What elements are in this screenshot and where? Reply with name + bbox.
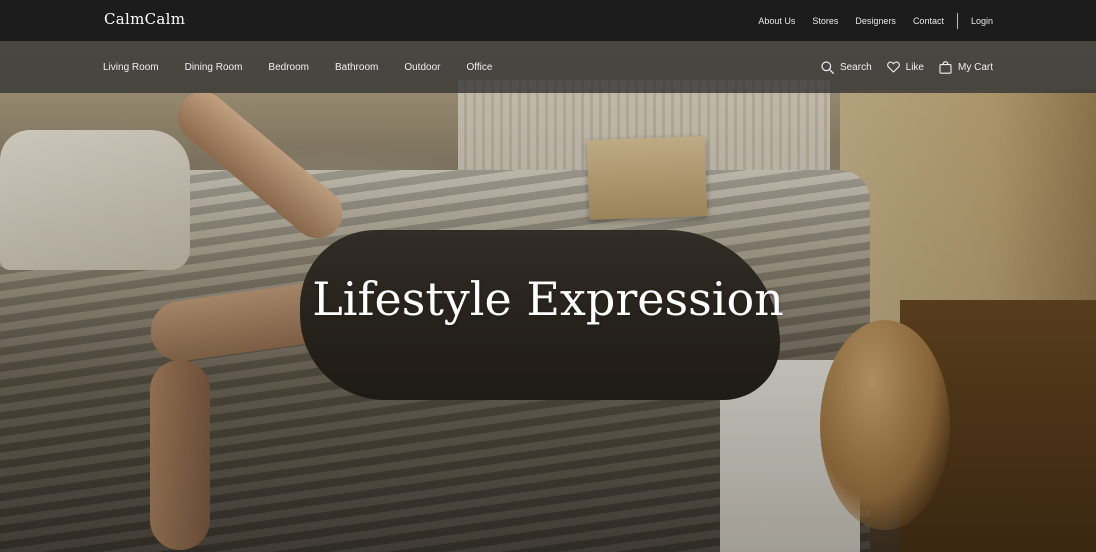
- nav-link-about-us[interactable]: About Us: [758, 16, 795, 26]
- category-nav: Living Room Dining Room Bedroom Bathroom…: [103, 41, 518, 93]
- header-actions: Search Like My Cart: [806, 41, 993, 93]
- category-living-room[interactable]: Living Room: [103, 62, 159, 73]
- category-outdoor[interactable]: Outdoor: [404, 62, 440, 73]
- category-office[interactable]: Office: [466, 62, 492, 73]
- brand-logo[interactable]: CalmCalm: [104, 10, 185, 28]
- like-button[interactable]: Like: [886, 61, 924, 73]
- like-label: Like: [905, 61, 924, 73]
- top-bar: CalmCalm About Us Stores Designers Conta…: [0, 0, 1096, 41]
- nav-link-contact[interactable]: Contact: [913, 16, 944, 26]
- heart-icon: [886, 61, 900, 73]
- nav-link-stores[interactable]: Stores: [812, 16, 838, 26]
- nav-link-designers[interactable]: Designers: [855, 16, 896, 26]
- nav-divider: [956, 12, 958, 29]
- hero-headline: Lifestyle Expression: [312, 272, 784, 326]
- category-bedroom[interactable]: Bedroom: [268, 62, 309, 73]
- shopping-bag-icon: [939, 60, 952, 74]
- search-button[interactable]: Search: [821, 60, 872, 74]
- utility-nav: About Us Stores Designers Contact Login: [741, 0, 993, 41]
- category-dining-room[interactable]: Dining Room: [185, 62, 243, 73]
- cart-button[interactable]: My Cart: [939, 60, 993, 74]
- category-bar: Living Room Dining Room Bedroom Bathroom…: [0, 41, 1096, 93]
- search-label: Search: [839, 61, 872, 73]
- search-icon: [821, 60, 834, 74]
- cart-label: My Cart: [958, 61, 993, 73]
- login-link[interactable]: Login: [971, 16, 993, 26]
- category-bathroom[interactable]: Bathroom: [335, 62, 378, 73]
